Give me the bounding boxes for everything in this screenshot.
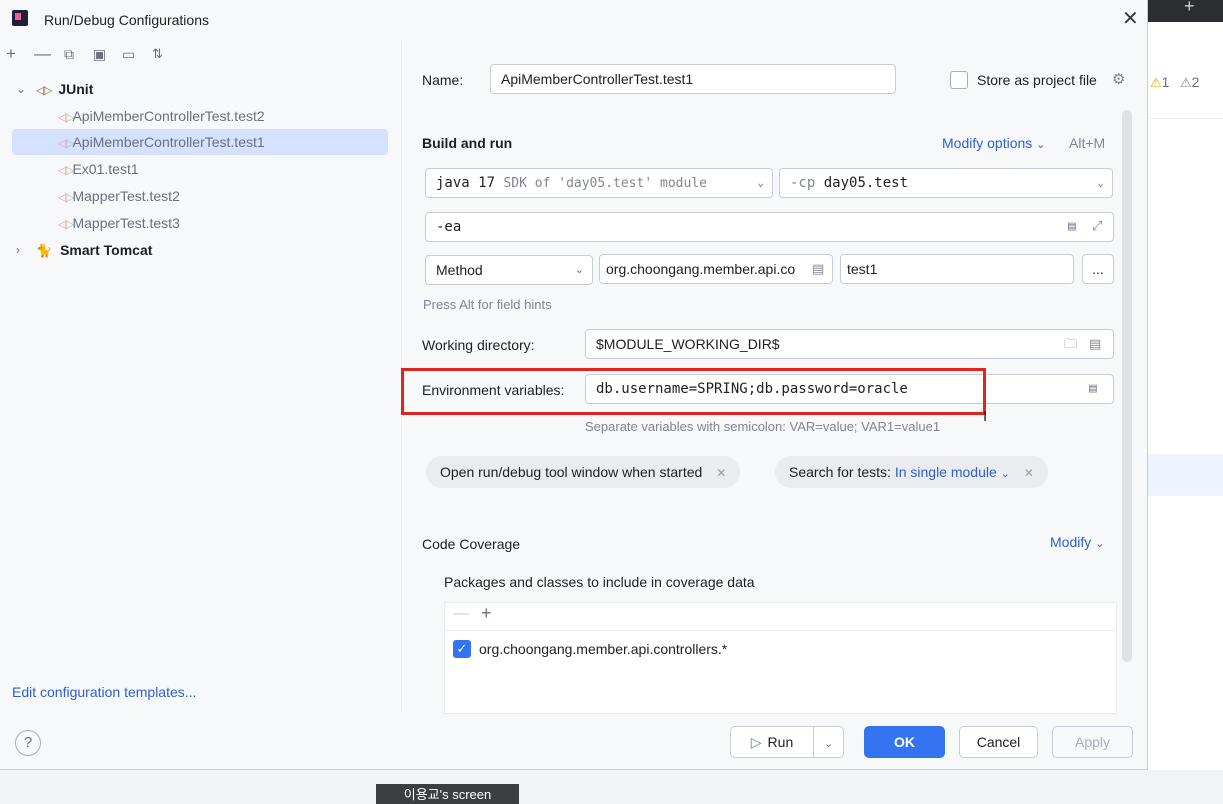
cancel-button[interactable]: Cancel	[959, 726, 1038, 758]
junit-test-icon: ◁▷	[58, 190, 75, 204]
name-label: Name:	[422, 72, 464, 88]
chevron-down-icon: ⌄	[823, 738, 834, 750]
configurations-sidebar: + — ⧉ ▣ ▭ ⇅ ⌄ ◁▷ JUnit ◁▷ApiMemberContro…	[0, 40, 402, 712]
modify-shortcut: Alt+M	[1069, 135, 1106, 151]
build-run-heading: Build and run	[422, 135, 513, 151]
folder-add-icon[interactable]: ▭	[122, 44, 135, 64]
tree-item[interactable]: ◁▷Ex01.test1	[12, 156, 388, 182]
ok-button[interactable]: OK	[864, 726, 945, 758]
jdk-select[interactable]: java 17 SDK of 'day05.test' module ⌄	[425, 168, 773, 198]
working-dir-label: Working directory:	[422, 337, 535, 353]
chevron-down-icon: ⌄	[574, 264, 584, 276]
coverage-list: — + ✓ org.choongang.member.api.controlle…	[444, 602, 1117, 714]
tree-group-junit[interactable]: ⌄ ◁▷ JUnit	[12, 76, 388, 102]
copy-icon[interactable]: ⧉	[64, 44, 74, 64]
chip-open-tool-window[interactable]: Open run/debug tool window when started ✕	[426, 456, 741, 488]
sidebar-toolbar: + — ⧉ ▣ ▭ ⇅	[0, 40, 402, 70]
warning-icon: ⚠	[1150, 75, 1162, 90]
dialog-title: Run/Debug Configurations	[44, 12, 209, 28]
edit-env-icon[interactable]: ▤	[1089, 375, 1097, 403]
more-button[interactable]: ...	[1082, 254, 1114, 284]
tomcat-icon: 🐈	[36, 243, 53, 258]
junit-test-icon: ◁▷	[58, 110, 75, 124]
macro-icon[interactable]: ▤	[1089, 330, 1101, 358]
modify-options-link[interactable]: Modify options ⌄	[942, 135, 1045, 151]
title-bar: Run/Debug Configurations ✕	[0, 0, 1148, 40]
warning-count-2[interactable]: ⚠2	[1180, 74, 1199, 91]
run-debug-dialog: Run/Debug Configurations ✕ + — ⧉ ▣ ▭ ⇅ ⌄…	[0, 0, 1148, 770]
coverage-item-checkbox[interactable]: ✓	[453, 640, 471, 658]
coverage-toolbar: — +	[445, 603, 1116, 631]
text-cursor-icon: I	[983, 408, 988, 425]
browse-class-icon[interactable]: ▤	[812, 255, 824, 283]
chevron-down-icon: ⌄	[1095, 538, 1105, 550]
coverage-modify-link[interactable]: Modify ⌄	[1050, 534, 1104, 550]
add-icon[interactable]: +	[481, 603, 492, 624]
close-icon[interactable]: ✕	[1024, 466, 1034, 480]
tree-item[interactable]: ◁▷MapperTest.test2	[12, 183, 388, 209]
chevron-down-icon: ⌄	[1036, 139, 1046, 151]
background-bottom	[0, 770, 1223, 804]
play-icon: ▷	[750, 734, 762, 750]
save-icon[interactable]: ▣	[93, 44, 106, 64]
coverage-item-label: org.choongang.member.api.controllers.*	[479, 641, 728, 657]
add-icon: +	[1184, 0, 1195, 16]
folder-icon[interactable]: 🗀	[1064, 330, 1077, 358]
chip-search-tests[interactable]: Search for tests: In single module ⌄ ✕	[775, 456, 1048, 488]
coverage-packages-label: Packages and classes to include in cover…	[444, 574, 755, 590]
tree-item[interactable]: ◁▷ApiMemberControllerTest.test2	[12, 103, 388, 129]
help-button[interactable]: ?	[15, 730, 41, 756]
expand-icon[interactable]: ⤢	[1092, 213, 1102, 241]
tree-group-smart-tomcat[interactable]: › 🐈 Smart Tomcat	[12, 237, 388, 263]
remove-icon[interactable]: —	[453, 605, 469, 623]
weak-warning-icon: ⚠	[1180, 75, 1192, 90]
intellij-icon	[12, 10, 28, 26]
add-icon[interactable]: +	[6, 44, 16, 64]
test-kind-select[interactable]: Method ⌄	[425, 255, 593, 285]
store-project-checkbox[interactable]	[950, 71, 968, 89]
env-hint: Separate variables with semicolon: VAR=v…	[585, 419, 941, 434]
run-button[interactable]: ▷ Run	[730, 726, 814, 758]
scrollbar[interactable]	[1122, 110, 1132, 662]
sort-icon[interactable]: ⇅	[152, 44, 163, 64]
warning-count-1[interactable]: ⚠1	[1150, 74, 1169, 91]
chevron-down-icon: ⌄	[757, 176, 764, 189]
field-hint: Press Alt for field hints	[423, 297, 552, 312]
junit-test-icon: ◁▷	[58, 217, 75, 231]
chevron-right-icon: ›	[16, 243, 20, 257]
highlight-box	[401, 368, 986, 415]
class-field[interactable]: org.choongang.member.api.co ▤	[599, 254, 833, 284]
document-icon[interactable]: ▤	[1068, 213, 1076, 241]
background-toolbar: +	[1148, 0, 1223, 22]
background-selected-row	[1148, 454, 1223, 496]
junit-test-icon: ◁▷	[58, 163, 75, 177]
classpath-select[interactable]: -cp day05.test ⌄	[779, 168, 1113, 198]
remove-icon[interactable]: —	[34, 44, 51, 64]
vm-options-field[interactable]: -ea ▤ ⤢	[425, 212, 1114, 242]
chevron-down-icon: ⌄	[1097, 176, 1104, 189]
method-field[interactable]: test1	[840, 254, 1074, 284]
junit-icon: ◁▷	[36, 83, 53, 97]
apply-button[interactable]: Apply	[1052, 726, 1133, 758]
gear-icon[interactable]: ⚙	[1112, 70, 1125, 88]
chevron-down-icon: ⌄	[16, 82, 27, 96]
edit-templates-link[interactable]: Edit configuration templates...	[12, 684, 196, 700]
divider	[1148, 118, 1223, 119]
chevron-down-icon: ⌄	[1000, 468, 1010, 480]
name-field[interactable]: ApiMemberControllerTest.test1	[490, 64, 896, 94]
coverage-heading: Code Coverage	[422, 536, 521, 552]
screen-share-tag: 이용교's screen	[376, 784, 519, 804]
junit-test-icon: ◁▷	[58, 136, 75, 150]
close-icon[interactable]: ✕	[1122, 6, 1139, 31]
close-icon[interactable]: ✕	[716, 466, 726, 480]
background-ide-panel: + ⚠1 ⚠2	[1148, 0, 1223, 804]
tree-item-selected[interactable]: ◁▷ApiMemberControllerTest.test1	[12, 129, 388, 155]
tree-item[interactable]: ◁▷MapperTest.test3	[12, 210, 388, 236]
store-project-label: Store as project file	[977, 72, 1097, 88]
working-dir-field[interactable]: $MODULE_WORKING_DIR$ 🗀 ▤	[585, 329, 1114, 359]
run-options-dropdown[interactable]: ⌄	[813, 726, 844, 758]
